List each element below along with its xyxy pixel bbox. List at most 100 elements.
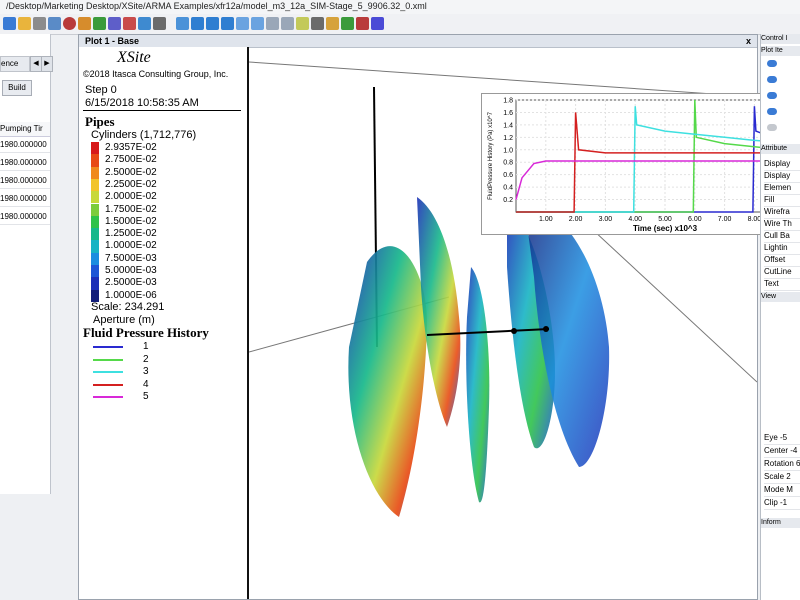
series-label: 1	[143, 341, 149, 352]
chart-x-tick-label: 2.00	[569, 216, 583, 223]
tab-right-arrow[interactable]: ▶	[41, 56, 53, 72]
zoom-out-icon[interactable]	[251, 17, 264, 30]
chart-x-tick-label: 1.00	[539, 216, 553, 223]
play-icon[interactable]	[341, 17, 354, 30]
pumping-time-column-header[interactable]: Pumping Tir	[0, 122, 50, 137]
table-row[interactable]: 1980.000000	[0, 192, 50, 207]
chart-y-tick-label: 1.8	[503, 98, 513, 105]
series-legend: 12345	[79, 341, 239, 411]
window-path: /Desktop/Marketing Desktop/XSite/ARMA Ex…	[6, 1, 427, 11]
close-icon[interactable]: x	[746, 35, 751, 47]
control-panel-title: Control I	[761, 34, 800, 44]
open-icon[interactable]	[18, 17, 31, 30]
scale-value-label: 1.0000E-02	[105, 240, 157, 252]
camera-row[interactable]: Scale 2	[764, 471, 800, 484]
visibility-eye-icon[interactable]	[767, 124, 777, 131]
control-panel: Control I Plot Ite Attribute Display Disp…	[760, 34, 800, 600]
home-icon[interactable]	[176, 17, 189, 30]
stop-icon[interactable]	[356, 17, 369, 30]
copyright-text: ©2018 Itasca Consulting Group, Inc.	[83, 69, 229, 79]
chart-x-axis-label: Time (sec) x10^3	[633, 224, 698, 233]
attributes-header: Attribute	[761, 144, 800, 154]
scale-value-label: 1.2500E-02	[105, 228, 157, 240]
scale-value-label: 2.0000E-02	[105, 191, 157, 203]
table-row[interactable]: 1980.000000	[0, 138, 50, 153]
build-button[interactable]: Build	[2, 80, 32, 96]
camera-row[interactable]: Mode M	[764, 484, 800, 497]
view-z-icon[interactable]	[221, 17, 234, 30]
series-label: 4	[143, 378, 149, 390]
chart-y-tick-label: 0.4	[503, 185, 513, 192]
visibility-eye-icon[interactable]	[767, 60, 777, 67]
color-swatch	[91, 215, 99, 229]
record-icon[interactable]	[63, 17, 76, 30]
new-icon[interactable]	[3, 17, 16, 30]
visibility-eye-icon[interactable]	[767, 108, 777, 115]
fluid-pressure-history-title: Fluid Pressure History	[83, 325, 209, 340]
fluid-pressure-chart[interactable]: Time (sec) x10^3 FluidPressure History (…	[481, 93, 800, 235]
light-icon[interactable]	[326, 17, 339, 30]
visibility-eye-icon[interactable]	[767, 76, 777, 83]
series-line-swatch	[93, 358, 123, 361]
attribute-row[interactable]: Text	[764, 278, 800, 291]
table-row[interactable]: 1980.000000	[0, 210, 50, 225]
chart-x-tick-label: 7.00	[718, 216, 732, 223]
layout-icon[interactable]	[108, 17, 121, 30]
scale-value-label: 1.0000E-06	[105, 289, 157, 301]
fracture-1[interactable]	[348, 246, 428, 518]
save-icon[interactable]	[33, 17, 46, 30]
plot-items-header[interactable]: Plot Ite	[761, 46, 800, 56]
camera-row[interactable]: Rotation 6	[764, 458, 800, 471]
series-label: 2	[143, 353, 149, 365]
chart-x-tick-label: 5.00	[658, 216, 672, 223]
chart-x-tick-label: 3.00	[599, 216, 613, 223]
camera-list: Eye -5 Center -4 Rotation 6 Scale 2 Mode M Cl…	[761, 432, 800, 512]
color-swatch	[91, 203, 99, 216]
scale-value-label: 1.7500E-02	[105, 203, 157, 215]
camera-row[interactable]: Clip -1	[764, 497, 800, 510]
copy-icon[interactable]	[138, 17, 151, 30]
zoom-in-icon[interactable]	[236, 17, 249, 30]
chart-y-tick-label: 0.6	[503, 172, 513, 179]
pipes-title: Pipes	[85, 114, 115, 129]
visibility-eye-icon[interactable]	[767, 92, 777, 99]
scale-value-label: 2.7500E-02	[105, 154, 157, 166]
view-header: View	[761, 292, 800, 302]
rotate-icon[interactable]	[281, 17, 294, 30]
chart-y-tick-label: 1.0	[503, 147, 513, 154]
print-icon[interactable]	[48, 17, 61, 30]
scale-text: Scale: 234.291	[91, 301, 165, 313]
perforation-marker	[511, 328, 517, 334]
color-swatch	[91, 178, 99, 192]
cut-icon[interactable]	[123, 17, 136, 30]
color-swatch	[91, 240, 99, 253]
camera-icon[interactable]	[371, 17, 384, 30]
pan-icon[interactable]	[266, 17, 279, 30]
fracture-3[interactable]	[466, 267, 490, 503]
chart-plot-area	[515, 99, 800, 213]
fracture-2[interactable]	[417, 197, 461, 427]
step-label: Step 0	[85, 84, 117, 96]
chart-y-tick-label: 1.2	[503, 135, 513, 142]
series-line-swatch	[93, 371, 123, 373]
refresh-icon[interactable]	[93, 17, 106, 30]
view-x-icon[interactable]	[191, 17, 204, 30]
reset-icon[interactable]	[311, 17, 324, 30]
tab-sequence[interactable]: ence	[0, 56, 30, 72]
chart-x-tick-label: 6.00	[688, 216, 702, 223]
fit-icon[interactable]	[296, 17, 309, 30]
camera-row[interactable]: Eye -5	[764, 432, 800, 445]
settings-icon[interactable]	[78, 17, 91, 30]
scale-value-label: 7.5000E-03	[105, 252, 157, 264]
paste-icon[interactable]	[153, 17, 166, 30]
color-swatch	[91, 166, 99, 179]
datetime-label: 6/15/2018 10:58:35 AM	[85, 97, 199, 109]
chart-canvas: Time (sec) x10^3 FluidPressure History (…	[488, 98, 800, 233]
view-y-icon[interactable]	[206, 17, 219, 30]
information-header: Inform	[761, 518, 800, 528]
table-row[interactable]: 1980.000000	[0, 156, 50, 171]
camera-row[interactable]: Center -4	[764, 445, 800, 458]
app-logo: XSite	[117, 49, 151, 66]
table-row[interactable]: 1980.000000	[0, 174, 50, 189]
cylinders-count: Cylinders (1,712,776)	[91, 129, 197, 141]
